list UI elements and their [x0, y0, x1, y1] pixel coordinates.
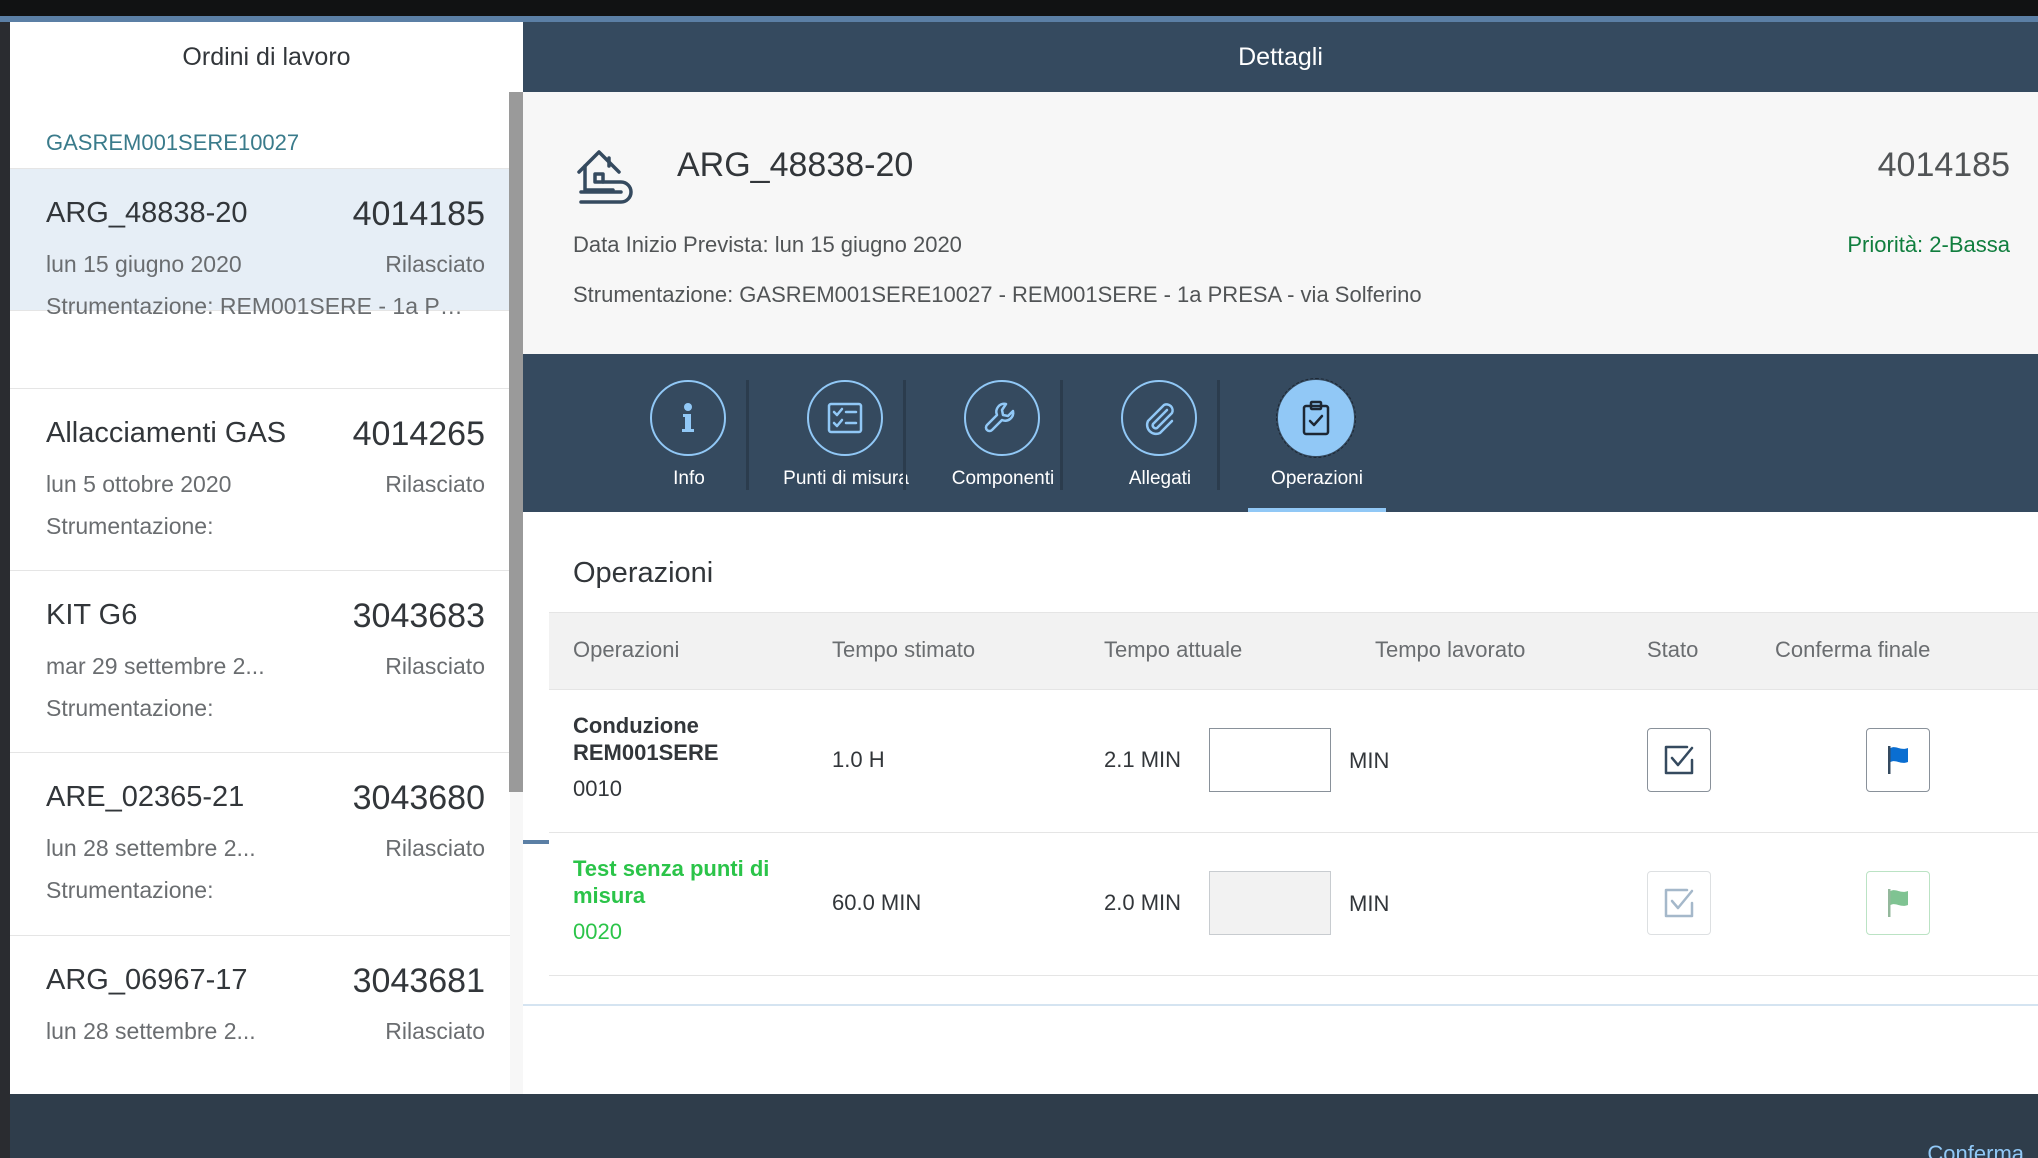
worked-time-input[interactable] [1209, 728, 1331, 792]
checklist-icon [807, 380, 883, 456]
tab-info[interactable]: Info [611, 354, 767, 512]
worked-time-unit: MIN [1349, 748, 1390, 773]
master-title: Ordini di lavoro [10, 22, 523, 93]
column-header: Conferma finale [1775, 637, 1931, 662]
worked-time-input[interactable] [1209, 871, 1331, 935]
object-priority: Priorità: 2-Bassa [1847, 232, 2010, 257]
detail-title: Dettagli [523, 22, 2038, 92]
item-title: Allacciamenti GAS [46, 417, 287, 449]
item-title: ARG_48838-20 [46, 197, 248, 229]
info-icon [650, 380, 726, 456]
item-strumentazione: Strumentazione: [46, 513, 214, 539]
column-header: Operazioni [573, 637, 680, 662]
wrench-icon [964, 380, 1040, 456]
tab-allegati[interactable]: Allegati [1082, 354, 1238, 512]
section-title: Operazioni [573, 557, 714, 589]
item-number: 4014265 [352, 415, 485, 453]
tab-label: Allegati [1128, 468, 1192, 489]
table-header: Operazioni Tempo stimato Tempo attuale T… [549, 612, 2038, 690]
tab-separator [1060, 380, 1063, 490]
checkbox-check-icon [1664, 888, 1694, 918]
flag-icon [1888, 746, 1908, 774]
column-header: Tempo attuale [1104, 637, 1243, 662]
checkbox-check-icon [1664, 745, 1694, 775]
operation-code: 0010 [573, 776, 622, 801]
house-pipe-icon [577, 150, 633, 204]
object-header: ARG_48838-20 4014185 Data Inizio Previst… [523, 92, 2038, 354]
tab-label: Punti di misura [783, 468, 909, 489]
master-pane: Ordini di lavoro GASREM001SERE10027 ARG_… [10, 22, 523, 1158]
item-status: Rilasciato [385, 1018, 485, 1044]
tab-separator [903, 380, 906, 490]
item-strumentazione: Strumentazione: [46, 695, 214, 721]
actual-time: 2.0 MIN [1104, 890, 1182, 915]
operation-name: Conduzione REM001SERE [573, 713, 719, 765]
estimated-time: 60.0 MIN [832, 890, 922, 915]
column-header: Tempo stimato [832, 637, 976, 662]
detail-footer: Conferma [523, 1094, 2038, 1158]
list-item[interactable]: ARG_48838-20 4014185 lun 15 giugno 2020 … [10, 169, 510, 319]
final-confirm-button[interactable] [1866, 871, 1930, 935]
item-status: Rilasciato [385, 251, 485, 277]
clipboard-check-icon [1276, 378, 1356, 458]
content-divider [523, 1004, 2038, 1006]
tab-label: Info [673, 468, 705, 489]
item-number: 3043680 [352, 779, 485, 817]
object-strumentazione: Strumentazione: GASREM001SERE10027 - REM… [573, 282, 1422, 307]
column-header: Tempo lavorato [1375, 637, 1526, 662]
item-number: 4014185 [352, 195, 485, 233]
tab-componenti[interactable]: Componenti [925, 354, 1081, 512]
object-start-date: Data Inizio Prevista: lun 15 giugno 2020 [573, 232, 962, 257]
item-title: ARG_06967-17 [46, 964, 248, 996]
object-title: ARG_48838-20 [677, 146, 914, 184]
item-number: 3043681 [352, 962, 485, 1000]
tab-operazioni[interactable]: Operazioni [1239, 354, 1395, 512]
operation-code: 0020 [573, 919, 622, 944]
item-date: lun 28 settembre 2... [46, 1018, 256, 1044]
final-confirm-button[interactable] [1866, 728, 1930, 792]
list-item[interactable]: ARE_02365-21 3043680 lun 28 settembre 2.… [10, 753, 510, 936]
status-button[interactable] [1647, 728, 1711, 792]
confirm-button[interactable]: Conferma [1921, 1140, 2030, 1158]
item-date: lun 5 ottobre 2020 [46, 471, 232, 497]
tab-separator [1217, 380, 1220, 490]
item-strumentazione: Strumentazione: REM001SERE - 1a PRE... [46, 293, 466, 319]
column-header: Stato [1647, 637, 1699, 662]
object-number: 4014185 [1877, 146, 2010, 184]
operation-name: Test senza punti di misura [573, 856, 770, 908]
item-title: KIT G6 [46, 599, 138, 631]
operations-table: Operazioni Tempo stimato Tempo attuale T… [549, 612, 2038, 976]
list-scrollbar[interactable] [509, 92, 523, 792]
tab-punti-di-misura[interactable]: Punti di misura [768, 354, 924, 512]
icon-tab-bar: Info Punti di misura Componenti Allegati [523, 354, 2038, 844]
work-order-list[interactable]: GASREM001SERE10027 ARG_48838-20 4014185 … [10, 92, 510, 1096]
item-number: 3043683 [352, 597, 485, 635]
actual-time: 2.1 MIN [1104, 747, 1182, 772]
table-row: Test senza punti di misura 0020 60.0 MIN… [549, 833, 2038, 976]
item-date: mar 29 settembre 2... [46, 653, 265, 679]
item-status: Rilasciato [385, 471, 485, 497]
item-status: Rilasciato [385, 653, 485, 679]
status-button[interactable] [1647, 871, 1711, 935]
list-item[interactable]: KIT G6 3043683 mar 29 settembre 2... Ril… [10, 571, 510, 753]
master-footer [10, 1094, 523, 1158]
item-status: Rilasciato [385, 835, 485, 861]
item-strumentazione: Strumentazione: [46, 877, 214, 903]
flag-icon [1888, 889, 1908, 917]
item-date: lun 15 giugno 2020 [46, 251, 242, 277]
list-item[interactable]: Allacciamenti GAS 4014265 lun 5 ottobre … [10, 389, 510, 571]
list-spacer [10, 311, 510, 389]
detail-pane: Dettagli ARG_48838-20 4014185 Data Inizi… [523, 22, 2038, 1158]
list-item[interactable]: ARG_06967-17 3043681 lun 28 settembre 2.… [10, 936, 510, 1096]
item-title: ARE_02365-21 [46, 781, 245, 813]
estimated-time: 1.0 H [832, 747, 885, 772]
group-header: GASREM001SERE10027 [10, 92, 510, 169]
item-date: lun 28 settembre 2... [46, 835, 256, 861]
tab-separator [746, 380, 749, 490]
tab-label: Componenti [951, 468, 1055, 489]
worked-time-unit: MIN [1349, 891, 1390, 916]
tab-label: Operazioni [1271, 468, 1363, 489]
paperclip-icon [1121, 380, 1197, 456]
table-row: Conduzione REM001SERE 0010 1.0 H 2.1 MIN… [549, 690, 2038, 833]
